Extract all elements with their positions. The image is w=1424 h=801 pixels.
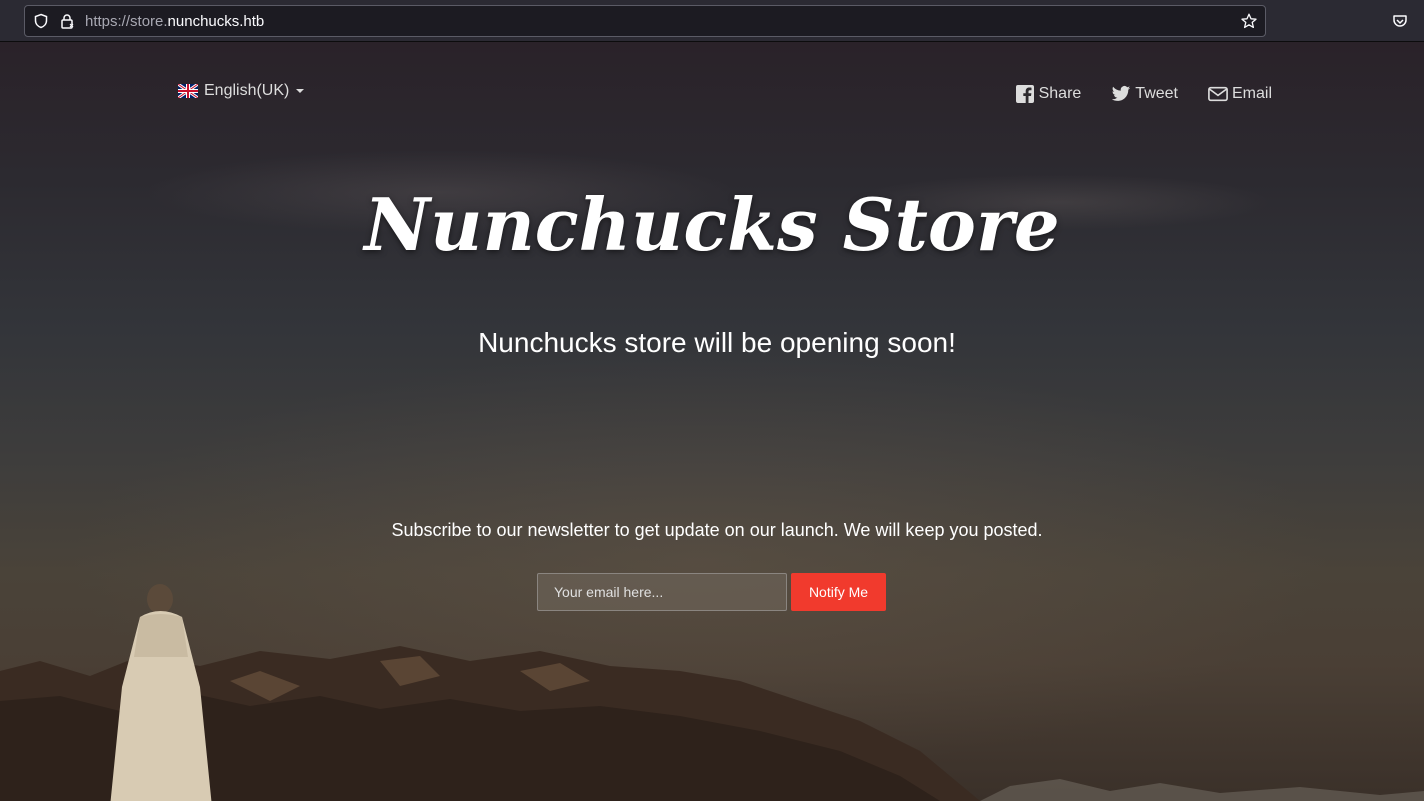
caret-down-icon [296, 89, 305, 93]
monk-figure [110, 584, 212, 801]
newsletter-text: Subscribe to our newsletter to get updat… [391, 520, 1043, 540]
url-bar[interactable]: https://store.nunchucks.htb [24, 5, 1266, 37]
browser-toolbar: https://store.nunchucks.htb [0, 0, 1424, 42]
language-label: English(UK) [204, 82, 290, 99]
page-title: Nunchucks Store [364, 182, 1060, 267]
notify-me-button[interactable]: Notify Me [791, 573, 886, 611]
lock-icon[interactable] [59, 13, 75, 29]
shield-icon[interactable] [33, 13, 49, 29]
social-links: Share Tweet Email [985, 84, 1272, 104]
facebook-icon [1015, 84, 1035, 104]
tweet-link[interactable]: Tweet [1111, 84, 1178, 104]
email-input[interactable] [537, 573, 787, 611]
url-domain: nunchucks.htb [167, 12, 265, 30]
page-subtitle: Nunchucks store will be opening soon! [478, 327, 956, 358]
share-link[interactable]: Share [1015, 84, 1082, 104]
url-text[interactable]: https://store.nunchucks.htb [85, 13, 264, 30]
email-label: Email [1231, 85, 1272, 102]
envelope-icon [1208, 84, 1228, 104]
url-prefix: https://store. [85, 12, 168, 30]
language-dropdown[interactable]: English(UK) [177, 82, 305, 100]
star-icon[interactable] [1241, 13, 1257, 29]
email-link[interactable]: Email [1208, 84, 1272, 104]
share-label: Share [1038, 85, 1082, 102]
twitter-icon [1111, 84, 1131, 104]
uk-flag-icon [177, 82, 199, 100]
landing-page: English(UK) Share Tweet Email Nunchucks … [0, 42, 1424, 801]
pocket-icon[interactable] [1392, 13, 1408, 34]
tweet-label: Tweet [1135, 85, 1178, 102]
